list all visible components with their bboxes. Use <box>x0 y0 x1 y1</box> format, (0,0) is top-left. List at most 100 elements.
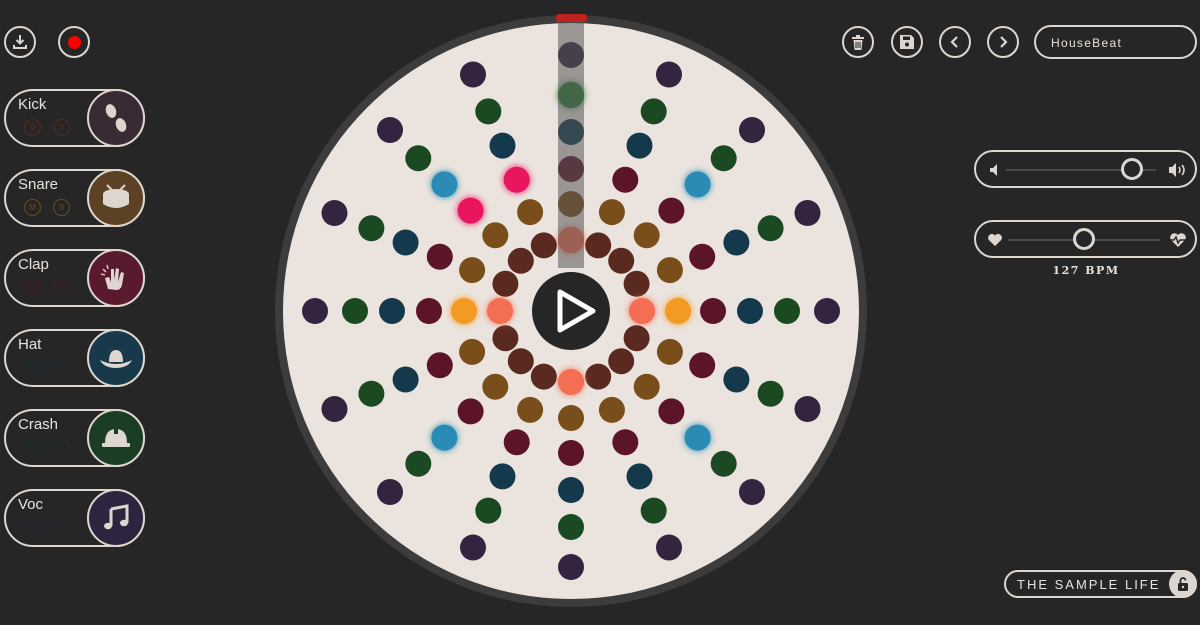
step-dot[interactable] <box>405 450 432 477</box>
volume-slider[interactable] <box>974 150 1197 188</box>
sequencer-wheel[interactable] <box>0 0 1200 625</box>
step-dot[interactable] <box>530 363 557 390</box>
step-dot[interactable] <box>460 534 486 561</box>
save-button[interactable] <box>891 26 923 58</box>
step-dot[interactable] <box>431 424 458 451</box>
step-dot[interactable] <box>626 132 653 159</box>
step-dot[interactable] <box>377 479 403 505</box>
step-dot[interactable] <box>457 398 484 425</box>
step-dot[interactable] <box>608 348 635 375</box>
step-dot[interactable] <box>489 132 516 159</box>
step-dot[interactable] <box>487 298 513 324</box>
step-dot[interactable] <box>633 222 660 249</box>
step-dot[interactable] <box>710 145 737 172</box>
step-dot[interactable] <box>507 247 534 274</box>
step-dot[interactable] <box>558 440 584 466</box>
step-dot[interactable] <box>492 325 519 352</box>
step-dot[interactable] <box>459 338 486 365</box>
step-dot[interactable] <box>710 450 737 477</box>
step-dot[interactable] <box>723 366 750 393</box>
step-dot[interactable] <box>530 232 557 259</box>
step-dot[interactable] <box>492 270 519 297</box>
step-dot[interactable] <box>665 298 691 324</box>
step-dot[interactable] <box>774 298 800 324</box>
step-dot[interactable] <box>558 369 584 395</box>
step-dot[interactable] <box>302 298 328 324</box>
step-dot[interactable] <box>700 298 726 324</box>
step-dot[interactable] <box>612 429 639 456</box>
step-dot[interactable] <box>684 424 711 451</box>
volume-knob[interactable] <box>1121 158 1143 180</box>
step-dot[interactable] <box>739 479 765 505</box>
step-dot[interactable] <box>794 396 821 422</box>
step-dot[interactable] <box>626 463 653 490</box>
step-dot[interactable] <box>640 98 667 125</box>
step-dot[interactable] <box>757 215 784 242</box>
step-dot[interactable] <box>392 229 419 256</box>
step-dot[interactable] <box>460 61 486 88</box>
step-dot[interactable] <box>558 514 584 540</box>
step-dot[interactable] <box>684 171 711 198</box>
step-dot[interactable] <box>405 145 432 172</box>
step-dot[interactable] <box>585 232 612 259</box>
step-dot[interactable] <box>558 405 584 431</box>
step-dot[interactable] <box>558 554 584 580</box>
play-button[interactable] <box>532 272 610 350</box>
step-dot[interactable] <box>656 257 683 284</box>
lock-button[interactable] <box>1169 570 1197 598</box>
step-dot[interactable] <box>640 497 667 524</box>
step-dot[interactable] <box>426 243 453 270</box>
step-dot[interactable] <box>558 477 584 503</box>
step-dot[interactable] <box>358 380 385 407</box>
step-dot[interactable] <box>612 166 639 193</box>
tempo-slider[interactable] <box>974 220 1197 258</box>
prev-preset-button[interactable] <box>939 26 971 58</box>
step-dot[interactable] <box>321 396 348 422</box>
step-dot[interactable] <box>656 338 683 365</box>
step-dot[interactable] <box>503 166 530 193</box>
step-dot[interactable] <box>585 363 612 390</box>
step-dot[interactable] <box>658 398 685 425</box>
step-dot[interactable] <box>321 200 348 226</box>
brand-badge[interactable]: THE SAMPLE LIFE <box>1004 570 1197 598</box>
next-preset-button[interactable] <box>987 26 1019 58</box>
step-dot[interactable] <box>598 199 625 226</box>
step-dot[interactable] <box>503 429 530 456</box>
step-dot[interactable] <box>431 171 458 198</box>
step-dot[interactable] <box>629 298 655 324</box>
step-dot[interactable] <box>723 229 750 256</box>
step-dot[interactable] <box>623 270 650 297</box>
step-dot[interactable] <box>656 534 682 561</box>
step-dot[interactable] <box>457 197 484 224</box>
step-dot[interactable] <box>794 200 821 226</box>
step-dot[interactable] <box>517 199 544 226</box>
step-dot[interactable] <box>358 215 385 242</box>
step-dot[interactable] <box>517 396 544 423</box>
step-dot[interactable] <box>623 325 650 352</box>
step-dot[interactable] <box>737 298 763 324</box>
step-dot[interactable] <box>475 497 502 524</box>
step-dot[interactable] <box>658 197 685 224</box>
step-dot[interactable] <box>451 298 477 324</box>
step-dot[interactable] <box>392 366 419 393</box>
step-dot[interactable] <box>739 117 765 143</box>
step-dot[interactable] <box>379 298 405 324</box>
step-dot[interactable] <box>426 352 453 379</box>
step-dot[interactable] <box>377 117 403 143</box>
step-dot[interactable] <box>507 348 534 375</box>
step-dot[interactable] <box>689 243 716 270</box>
delete-button[interactable] <box>842 26 874 58</box>
step-dot[interactable] <box>482 373 509 400</box>
step-dot[interactable] <box>489 463 516 490</box>
step-dot[interactable] <box>608 247 635 274</box>
step-dot[interactable] <box>416 298 442 324</box>
step-dot[interactable] <box>342 298 368 324</box>
tempo-knob[interactable] <box>1073 228 1095 250</box>
step-dot[interactable] <box>598 396 625 423</box>
step-dot[interactable] <box>633 373 660 400</box>
step-dot[interactable] <box>689 352 716 379</box>
preset-name-field[interactable]: HouseBeat <box>1034 25 1197 59</box>
step-dot[interactable] <box>475 98 502 125</box>
step-dot[interactable] <box>656 61 682 88</box>
step-dot[interactable] <box>482 222 509 249</box>
